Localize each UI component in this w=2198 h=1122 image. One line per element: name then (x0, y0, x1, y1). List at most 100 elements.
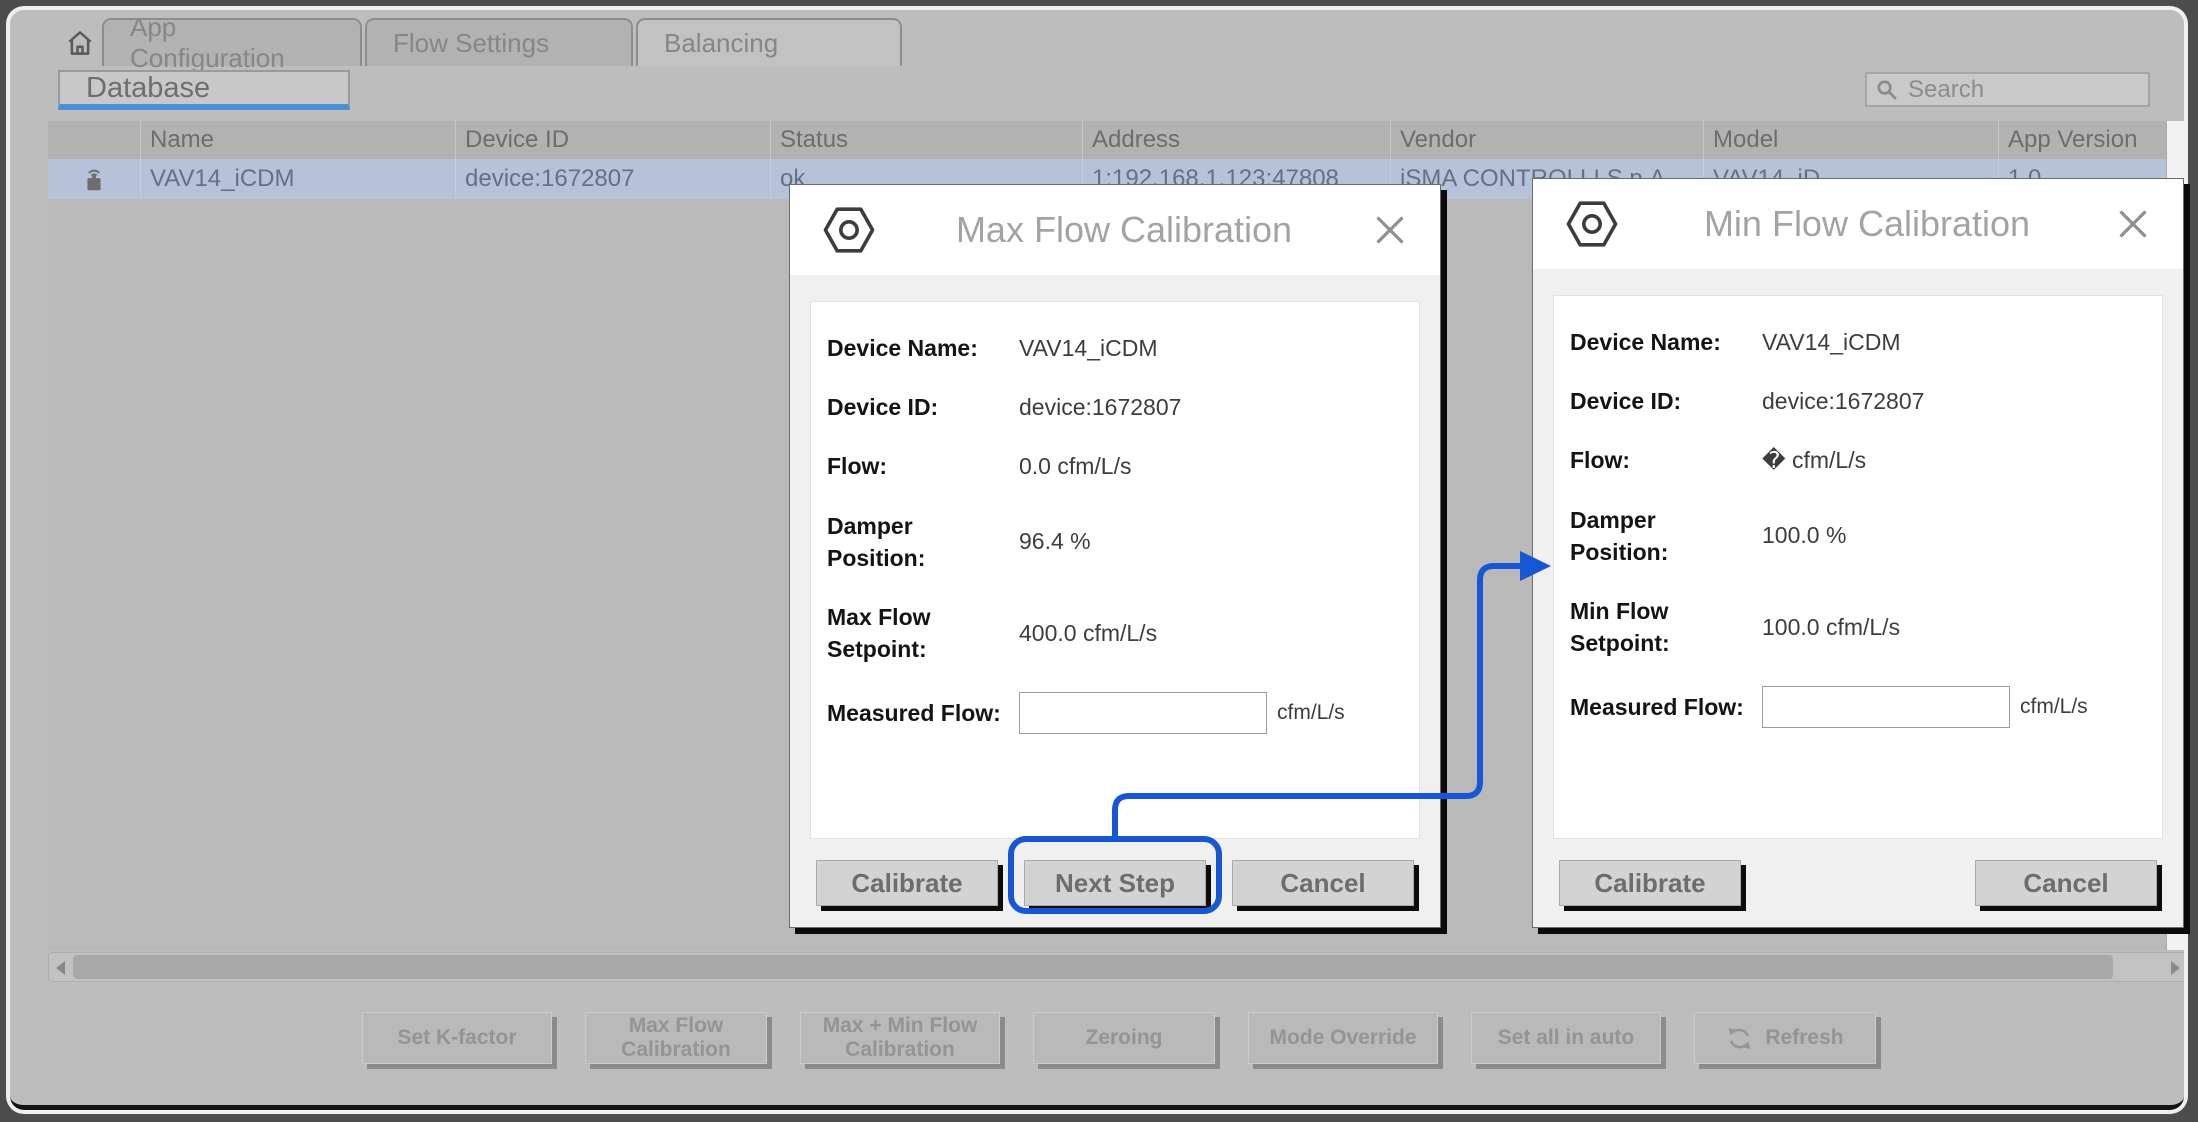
mode-override-button[interactable]: Mode Override (1248, 1012, 1438, 1064)
horizontal-scrollbar[interactable] (48, 952, 2184, 982)
button-label: Calibrate (851, 868, 962, 899)
tab-label: Flow Settings (393, 28, 549, 59)
field-label: Device ID: (827, 391, 1005, 423)
header-cell-vendor: Vendor (1390, 121, 1703, 159)
field-label: Measured Flow: (827, 697, 1005, 729)
tab-balancing[interactable]: Balancing (636, 18, 902, 66)
search-input[interactable] (1906, 75, 2140, 105)
button-label: Refresh (1765, 1026, 1843, 1050)
button-label: Cancel (2023, 868, 2108, 899)
dialog-title: Min Flow Calibration (1621, 203, 2113, 245)
unit-label: cfm/L/s (2020, 695, 2088, 719)
horizontal-scrollbar-thumb[interactable] (73, 955, 2113, 979)
dialog-body: Device Name: VAV14_iCDM Device ID: devic… (810, 301, 1420, 839)
field-device-name: Device Name: VAV14_iCDM (1570, 326, 2162, 358)
header-cell-device-id: Device ID (455, 121, 770, 159)
unit-label: cfm/L/s (1277, 701, 1345, 725)
nut-icon (820, 201, 878, 259)
dialog-header: Max Flow Calibration (790, 185, 1440, 275)
field-value: VAV14_iCDM (1019, 335, 1157, 362)
field-label: Device Name: (827, 332, 1005, 364)
set-k-factor-button[interactable]: Set K-factor (362, 1012, 552, 1064)
calibrate-button[interactable]: Calibrate (1559, 860, 1741, 906)
button-label: Max + Min Flow Calibration (801, 1014, 999, 1062)
max-flow-calibration-dialog: Max Flow Calibration Device Name: VAV14_… (789, 184, 1441, 928)
field-value: 100.0 cfm/L/s (1762, 614, 1900, 641)
scroll-left-arrow-icon[interactable] (56, 961, 65, 975)
field-device-id: Device ID: device:1672807 (1570, 385, 2162, 417)
max-min-flow-calibration-button[interactable]: Max + Min Flow Calibration (800, 1012, 1000, 1064)
tab-database[interactable]: Database (58, 70, 350, 110)
row-cell-device-id: device:1672807 (455, 159, 770, 199)
field-label: Device Name: (1570, 326, 1748, 358)
button-label: Calibrate (1594, 868, 1705, 899)
row-cell-name: VAV14_iCDM (140, 159, 455, 199)
field-label: Damper Position: (827, 510, 1005, 574)
field-device-name: Device Name: VAV14_iCDM (827, 332, 1419, 364)
field-label: Damper Position: (1570, 504, 1748, 568)
field-value: VAV14_iCDM (1762, 329, 1900, 356)
field-damper-position: Damper Position: 100.0 % (1570, 504, 2162, 568)
field-measured-flow: Measured Flow: cfm/L/s (1570, 686, 2162, 728)
tab-label: Balancing (664, 28, 778, 59)
button-label: Set K-factor (397, 1026, 516, 1050)
field-min-flow-setpoint: Min Flow Setpoint: 100.0 cfm/L/s (1570, 595, 2162, 659)
measured-flow-input[interactable] (1762, 686, 2010, 728)
max-flow-calibration-button[interactable]: Max Flow Calibration (585, 1012, 767, 1064)
dialog-body: Device Name: VAV14_iCDM Device ID: devic… (1553, 295, 2163, 839)
button-label: Zeroing (1086, 1026, 1163, 1050)
field-flow: Flow: 0.0 cfm/L/s (827, 450, 1419, 482)
field-max-flow-setpoint: Max Flow Setpoint: 400.0 cfm/L/s (827, 601, 1419, 665)
bottom-toolbar: Set K-factor Max Flow Calibration Max + … (362, 1012, 1876, 1064)
field-label: Flow: (1570, 444, 1748, 476)
field-value: 96.4 % (1019, 528, 1091, 555)
field-value: 0.0 cfm/L/s (1019, 453, 1131, 480)
search-box (1865, 72, 2150, 107)
next-step-button[interactable]: Next Step (1024, 860, 1206, 906)
dialog-title: Max Flow Calibration (878, 209, 1370, 251)
table-header: Name Device ID Status Address Vendor Mod… (48, 121, 2166, 159)
cancel-button[interactable]: Cancel (1975, 860, 2157, 906)
button-label: Set all in auto (1498, 1026, 1635, 1050)
search-icon (1875, 78, 1898, 101)
row-cell-icon (48, 159, 140, 199)
header-cell-name: Name (140, 121, 455, 159)
min-flow-calibration-dialog: Min Flow Calibration Device Name: VAV14_… (1532, 178, 2184, 928)
subtab-label: Database (86, 72, 210, 105)
button-label: Mode Override (1269, 1026, 1416, 1050)
home-icon[interactable] (65, 28, 95, 58)
field-label: Flow: (827, 450, 1005, 482)
field-value: � cfm/L/s (1762, 447, 1866, 474)
field-measured-flow: Measured Flow: cfm/L/s (827, 692, 1419, 734)
dialog-footer: Calibrate Cancel (1533, 839, 2183, 927)
set-all-in-auto-button[interactable]: Set all in auto (1471, 1012, 1661, 1064)
button-label: Max Flow Calibration (586, 1014, 766, 1062)
field-label: Min Flow Setpoint: (1570, 595, 1748, 659)
tab-flow-settings[interactable]: Flow Settings (365, 18, 633, 66)
header-cell-icon (48, 121, 140, 159)
button-label: Next Step (1055, 868, 1175, 899)
zeroing-button[interactable]: Zeroing (1033, 1012, 1215, 1064)
calibrate-button[interactable]: Calibrate (816, 860, 998, 906)
field-device-id: Device ID: device:1672807 (827, 391, 1419, 423)
dialog-footer: Calibrate Next Step Cancel (790, 839, 1440, 927)
field-value: device:1672807 (1762, 388, 1924, 415)
field-value: 400.0 cfm/L/s (1019, 620, 1157, 647)
close-icon[interactable] (1370, 210, 1410, 250)
header-cell-address: Address (1082, 121, 1390, 159)
button-label: Cancel (1280, 868, 1365, 899)
field-value: 100.0 % (1762, 522, 1846, 549)
tab-label: App Configuration (130, 12, 334, 74)
measured-flow-input[interactable] (1019, 692, 1267, 734)
header-cell-app-version: App Version (1998, 121, 2166, 159)
field-value: device:1672807 (1019, 394, 1181, 421)
header-cell-status: Status (770, 121, 1082, 159)
cancel-button[interactable]: Cancel (1232, 860, 1414, 906)
refresh-button[interactable]: Refresh (1694, 1012, 1876, 1064)
device-icon (79, 164, 109, 194)
dialog-header: Min Flow Calibration (1533, 179, 2183, 269)
field-damper-position: Damper Position: 96.4 % (827, 510, 1419, 574)
close-icon[interactable] (2113, 204, 2153, 244)
scroll-right-arrow-icon[interactable] (2171, 961, 2180, 975)
tab-app-configuration[interactable]: App Configuration (102, 18, 362, 66)
